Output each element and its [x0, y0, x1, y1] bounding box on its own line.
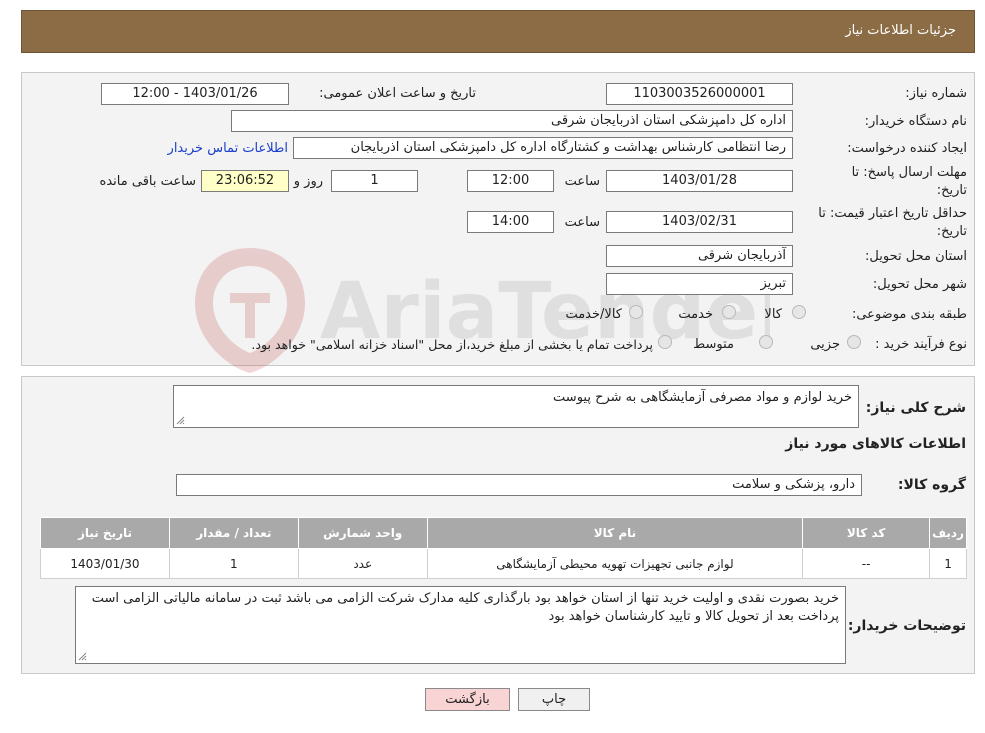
deadline-date-field: 1403/01/28 [606, 170, 793, 192]
deadline-time-label: ساعت [564, 174, 600, 189]
back-button[interactable]: بازگشت [425, 688, 510, 711]
goods-group-label: گروه کالا: [897, 477, 966, 493]
cell-quantity: 1 [168, 548, 299, 579]
buyer-notes-text: خرید بصورت نقدی و اولیت خرید تنها از است… [91, 591, 839, 624]
cell-date: 1403/01/30 [40, 548, 170, 579]
process-medium-radio[interactable] [759, 335, 773, 349]
cell-code: -- [802, 548, 931, 579]
buyer-contact-link[interactable]: اطلاعات تماس خریدار [168, 141, 288, 156]
page-title: جزئیات اطلاعات نیاز [845, 23, 956, 38]
resize-grip-icon[interactable] [176, 416, 185, 425]
col-header-name: نام کالا [426, 517, 804, 549]
deadline-label-2: تاریخ: [936, 183, 967, 198]
category-goods-label: کالا [764, 307, 782, 322]
goods-section-title: اطلاعات کالاهای مورد نیاز [785, 436, 966, 452]
creator-field: رضا انتظامی کارشناس بهداشت و کشتارگاه اد… [293, 137, 793, 159]
need-number-label: شماره نیاز: [905, 86, 967, 101]
cell-row-number: 1 [929, 548, 967, 579]
process-label: نوع فرآیند خرید : [875, 337, 967, 352]
col-header-row-number: ردیف [929, 517, 967, 549]
goods-group-field: دارو، پزشکی و سلامت [176, 474, 862, 496]
remaining-time-field: 23:06:52 [201, 170, 289, 192]
summary-textarea[interactable]: خرید لوازم و مواد مصرفی آزمایشگاهی به شر… [173, 385, 859, 428]
buyer-label: نام دستگاه خریدار: [864, 114, 967, 129]
creator-label: ایجاد کننده درخواست: [847, 141, 967, 156]
print-button[interactable]: چاپ [518, 688, 590, 711]
category-service-label: خدمت [678, 307, 713, 322]
need-number-field: 1103003526000001 [606, 83, 793, 105]
announce-label: تاریخ و ساعت اعلان عمومی: [319, 86, 476, 101]
validity-label-2: تاریخ: [936, 224, 967, 239]
announce-datetime-field: 1403/01/26 - 12:00 [101, 83, 289, 105]
category-both-radio[interactable] [629, 305, 643, 319]
remaining-days-field: 1 [331, 170, 418, 192]
validity-date-field: 1403/02/31 [606, 211, 793, 233]
cell-unit: عدد [297, 548, 428, 579]
category-both-label: کالا/خدمت [565, 307, 622, 322]
goods-table: ردیف کد کالا نام کالا واحد شمارش تعداد /… [40, 517, 967, 579]
buyer-field: اداره کل دامپزشکی استان اذربایجان شرقی [231, 110, 793, 132]
summary-text: خرید لوازم و مواد مصرفی آزمایشگاهی به شر… [553, 390, 852, 405]
process-minor-radio[interactable] [847, 335, 861, 349]
process-medium-label: متوسط [693, 337, 734, 352]
days-label: روز و [293, 174, 323, 189]
table-header-row: ردیف کد کالا نام کالا واحد شمارش تعداد /… [40, 517, 967, 549]
process-note: پرداخت تمام یا بخشی از مبلغ خرید،از محل … [251, 337, 653, 352]
category-label: طبقه بندی موضوعی: [851, 307, 967, 322]
table-row: 1 -- لوازم جانبی تجهیزات تهویه محیطی آزم… [40, 548, 967, 579]
process-note-radio[interactable] [658, 335, 672, 349]
deadline-time-field: 12:00 [467, 170, 554, 192]
summary-label: شرح کلی نیاز: [865, 400, 966, 416]
category-goods-radio[interactable] [792, 305, 806, 319]
buyer-notes-textarea[interactable]: خرید بصورت نقدی و اولیت خرید تنها از است… [75, 586, 846, 664]
province-field: آذربایجان شرقی [606, 245, 793, 267]
col-header-unit: واحد شمارش [297, 517, 428, 549]
remaining-time-label: ساعت باقی مانده [99, 174, 196, 189]
validity-time-label: ساعت [564, 215, 600, 230]
col-header-date: تاریخ نیاز [40, 517, 170, 549]
page-header: جزئیات اطلاعات نیاز [21, 10, 975, 53]
cell-name: لوازم جانبی تجهیزات تهویه محیطی آزمایشگا… [426, 548, 804, 579]
validity-time-field: 14:00 [467, 211, 554, 233]
deadline-label: مهلت ارسال پاسخ: تا [851, 165, 967, 180]
city-label: شهر محل تحویل: [872, 277, 967, 292]
buyer-notes-label: توضیحات خریدار: [847, 618, 966, 634]
validity-label: حداقل تاریخ اعتبار قیمت: تا [818, 206, 967, 221]
resize-grip-icon[interactable] [78, 652, 87, 661]
col-header-quantity: تعداد / مقدار [168, 517, 299, 549]
category-service-radio[interactable] [722, 305, 736, 319]
province-label: استان محل تحویل: [865, 249, 967, 264]
col-header-code: کد کالا [802, 517, 931, 549]
process-minor-label: جزیی [810, 337, 840, 352]
city-field: تبریز [606, 273, 793, 295]
